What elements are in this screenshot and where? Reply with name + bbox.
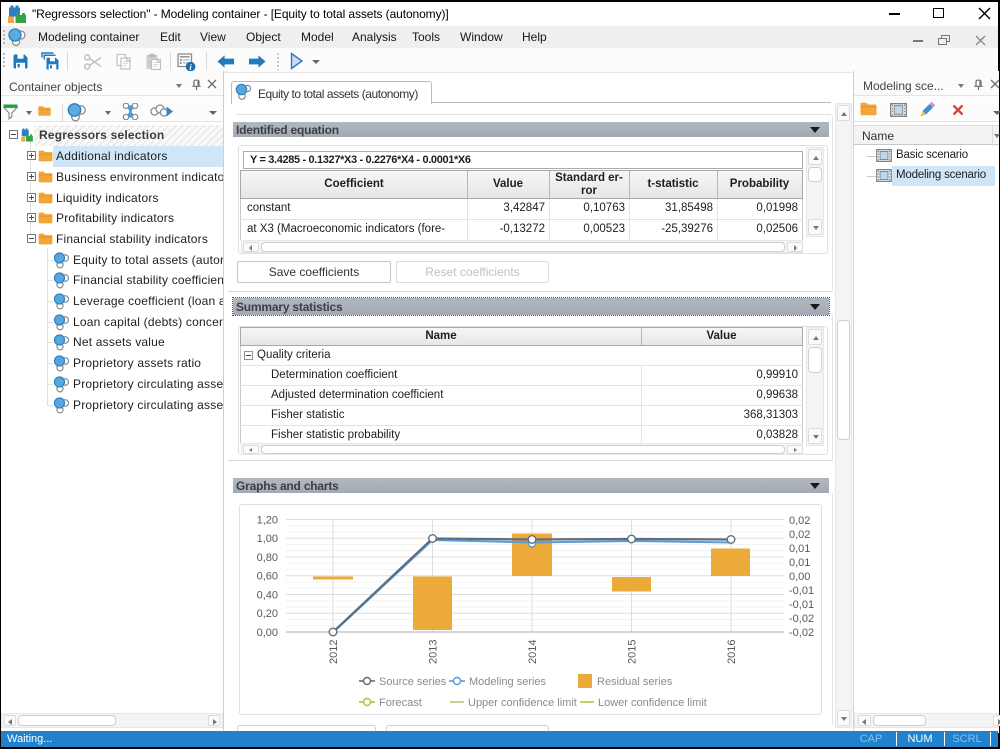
svg-text:Residual series: Residual series <box>597 676 673 688</box>
svg-text:0,01: 0,01 <box>789 557 810 569</box>
svg-text:0,80: 0,80 <box>257 552 278 564</box>
svg-text:-0,01: -0,01 <box>789 585 814 597</box>
svg-text:0,60: 0,60 <box>257 571 278 583</box>
svg-text:0,02: 0,02 <box>789 515 810 527</box>
svg-text:Upper confidence limit: Upper confidence limit <box>468 697 577 709</box>
svg-text:1,20: 1,20 <box>257 515 278 527</box>
svg-text:-0,01: -0,01 <box>789 599 814 611</box>
svg-text:2015: 2015 <box>627 640 639 664</box>
svg-text:-0,02: -0,02 <box>789 627 814 639</box>
svg-text:0,02: 0,02 <box>789 529 810 541</box>
svg-text:Modeling series: Modeling series <box>469 676 547 688</box>
svg-text:2012: 2012 <box>328 640 340 664</box>
svg-text:0,00: 0,00 <box>257 627 278 639</box>
svg-text:0,00: 0,00 <box>789 571 810 583</box>
svg-text:0,20: 0,20 <box>257 608 278 620</box>
svg-text:2014: 2014 <box>527 640 539 664</box>
svg-text:0,40: 0,40 <box>257 590 278 602</box>
svg-text:Forecast: Forecast <box>379 697 422 709</box>
svg-text:2013: 2013 <box>428 640 440 664</box>
svg-text:0,01: 0,01 <box>789 543 810 555</box>
svg-text:-0,02: -0,02 <box>789 613 814 625</box>
svg-text:Lower confidence limit: Lower confidence limit <box>598 697 707 709</box>
svg-text:1,00: 1,00 <box>257 533 278 545</box>
svg-text:2016: 2016 <box>726 640 738 664</box>
svg-text:Source series: Source series <box>379 676 447 688</box>
